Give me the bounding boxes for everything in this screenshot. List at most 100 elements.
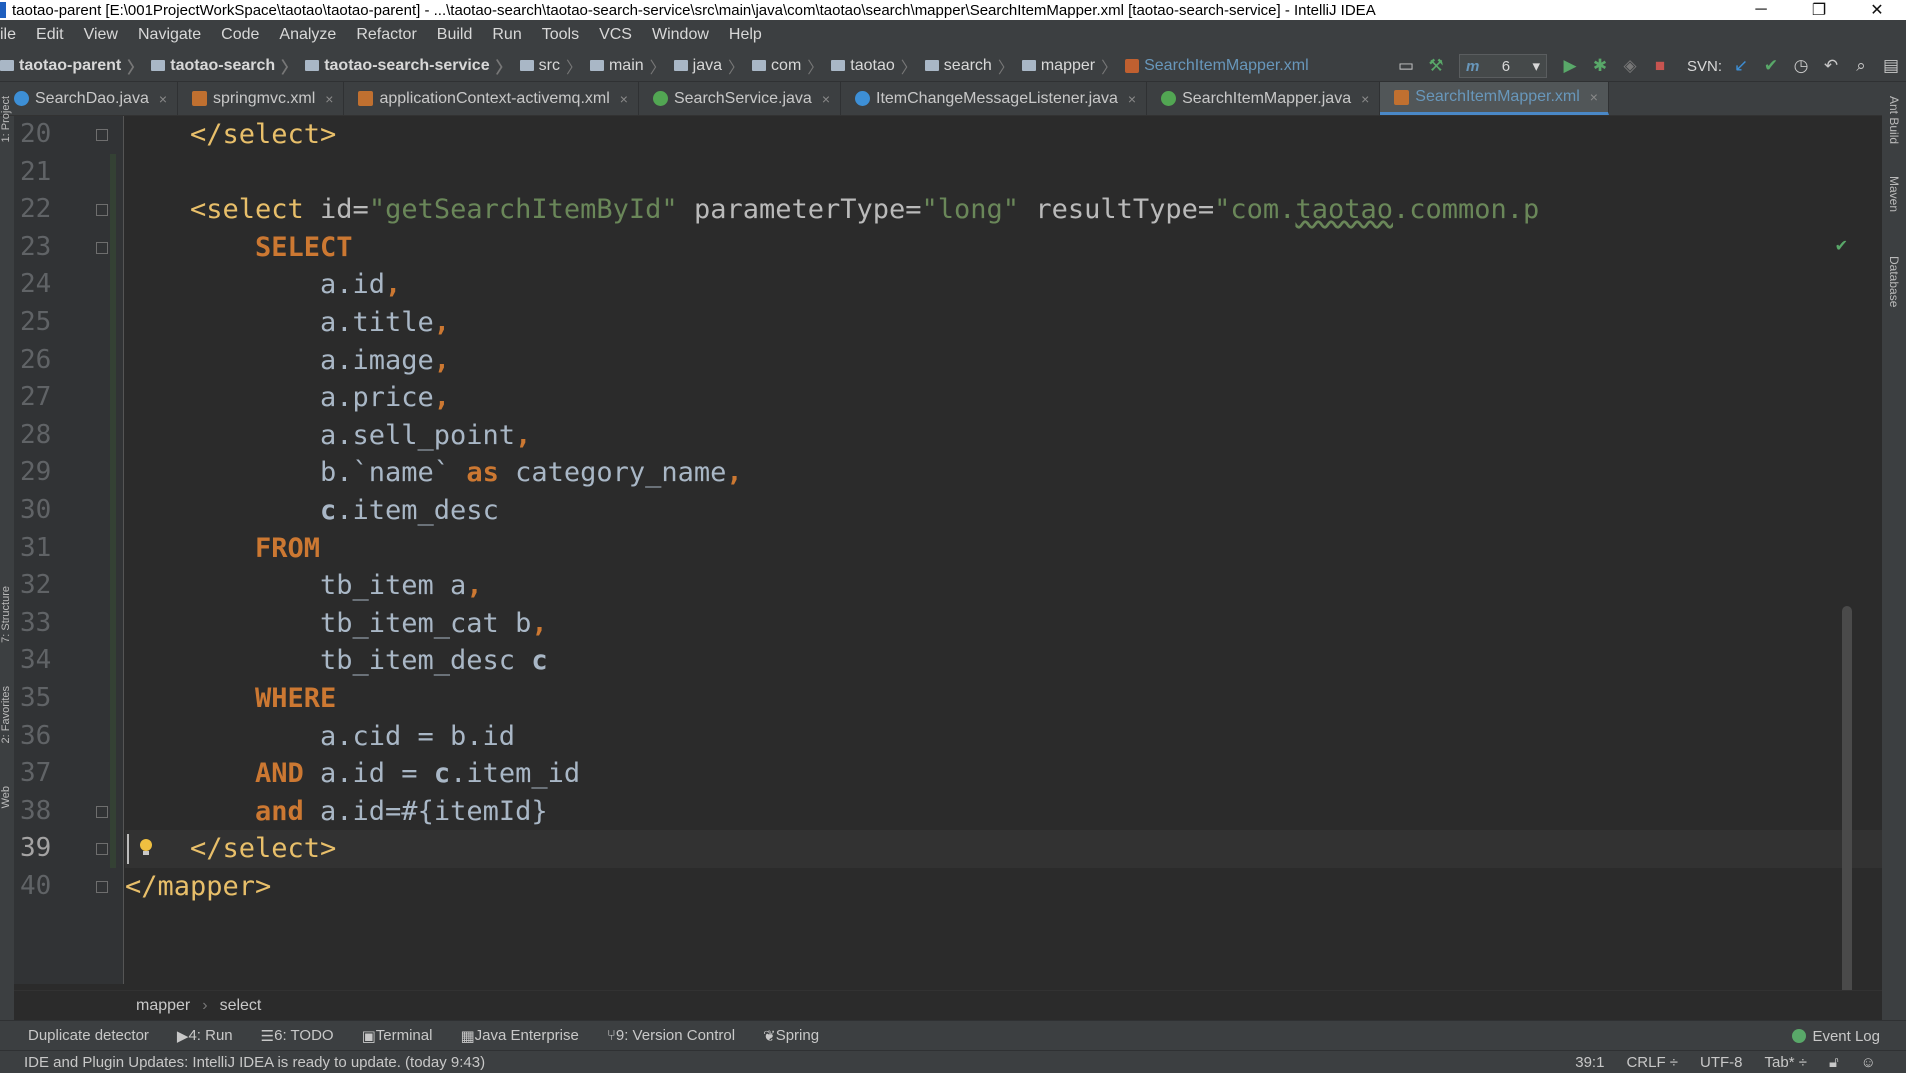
code-line[interactable]: a.sell_point,: [320, 417, 531, 455]
menu-edit[interactable]: Edit: [26, 26, 74, 44]
close-icon[interactable]: ×: [159, 91, 167, 107]
code-line[interactable]: tb_item a,: [320, 567, 483, 605]
breadcrumb-main[interactable]: main 〉: [582, 54, 666, 78]
svn-commit-icon[interactable]: ✔: [1756, 51, 1786, 81]
code-line[interactable]: </select>: [190, 830, 336, 868]
menu-ile[interactable]: ile: [0, 26, 26, 44]
tab-SearchItemMapper.xml[interactable]: SearchItemMapper.xml ×: [1380, 82, 1609, 115]
minimize-button[interactable]: ─: [1732, 1, 1790, 19]
breadcrumb-taotao[interactable]: taotao 〉: [823, 54, 917, 78]
line-separator[interactable]: CRLF ÷: [1626, 1054, 1678, 1071]
fold-toggle-icon[interactable]: [96, 241, 108, 254]
close-window-button[interactable]: ✕: [1848, 0, 1906, 20]
menu-tools[interactable]: Tools: [532, 26, 589, 44]
breadcrumb-search[interactable]: search 〉: [917, 54, 1014, 78]
breadcrumb-taotao-search[interactable]: taotao-search 〉: [143, 54, 297, 78]
code-line[interactable]: c.item_desc: [320, 492, 499, 530]
menu-help[interactable]: Help: [719, 26, 772, 44]
tool-button-Terminal[interactable]: ▣ Terminal: [348, 1027, 447, 1045]
code-line[interactable]: a.price,: [320, 379, 450, 417]
fold-toggle-icon[interactable]: [96, 129, 108, 141]
tool-window-Maven[interactable]: Maven: [1887, 176, 1901, 212]
line-gutter[interactable]: 20 21 22 23 24 25 26 27 28 29 30 31 32 33 34 35 36 37 38 39…: [14, 116, 124, 984]
code-line[interactable]: tb_item_cat b,: [320, 605, 548, 643]
code-line[interactable]: SELECT: [255, 229, 353, 267]
stop-icon[interactable]: ■: [1645, 51, 1675, 81]
code-line[interactable]: </select>: [190, 116, 336, 154]
breadcrumb-java[interactable]: java 〉: [666, 54, 744, 78]
breadcrumb-src[interactable]: src 〉: [512, 54, 582, 78]
breadcrumb-taotao-parent[interactable]: taotao-parent 〉: [0, 54, 143, 78]
xml-crumb-select[interactable]: select: [220, 997, 262, 1015]
tab-applicationContext-activemq.xml[interactable]: applicationContext-activemq.xml ×: [344, 82, 639, 115]
code-line[interactable]: a.image,: [320, 342, 450, 380]
menu-run[interactable]: Run: [482, 26, 531, 44]
tab-SearchService.java[interactable]: SearchService.java ×: [639, 82, 841, 115]
indent-setting[interactable]: Tab* ÷: [1765, 1054, 1807, 1071]
menu-code[interactable]: Code: [211, 26, 269, 44]
history-icon[interactable]: ◷: [1786, 51, 1816, 81]
menu-refactor[interactable]: Refactor: [346, 26, 426, 44]
fold-toggle-icon[interactable]: [96, 805, 108, 818]
tool-window-Ant Build[interactable]: Ant Build: [1887, 96, 1901, 144]
xml-crumb-mapper[interactable]: mapper: [136, 997, 190, 1015]
run-config-select[interactable]: m 6 ▾: [1458, 54, 1547, 78]
breadcrumb-taotao-search-service[interactable]: taotao-search-service 〉: [297, 54, 512, 78]
code-line[interactable]: AND a.id = c.item_id: [255, 755, 580, 793]
tool-button-Duplicate detector[interactable]: Duplicate detector: [0, 1027, 163, 1044]
menu-window[interactable]: Window: [642, 26, 719, 44]
tool-button-4: Run[interactable]: ▶ 4: Run: [163, 1027, 247, 1045]
debug-icon[interactable]: ✱: [1585, 51, 1615, 81]
search-icon[interactable]: ⌕: [1846, 51, 1876, 81]
code-line[interactable]: <select id="getSearchItemById" parameter…: [190, 191, 1539, 229]
code-area[interactable]: </select> <select id="getSearchItemById" …: [125, 116, 1882, 984]
event-log-button[interactable]: Event Log: [1792, 1021, 1880, 1051]
breadcrumb-file[interactable]: SearchItemMapper.xml: [1117, 57, 1309, 75]
inspection-ok-icon[interactable]: ✔: [1835, 236, 1848, 256]
folder-icon[interactable]: ▤: [1876, 51, 1906, 81]
lightbulb-icon[interactable]: [139, 838, 153, 856]
tool-window-2: Favorites[interactable]: 2: Favorites: [0, 686, 14, 743]
caret-position[interactable]: 39:1: [1575, 1054, 1604, 1071]
code-line[interactable]: a.id,: [320, 266, 401, 304]
close-icon[interactable]: ×: [620, 91, 628, 107]
coverage-icon[interactable]: ◈: [1615, 51, 1645, 81]
code-line[interactable]: FROM: [255, 530, 320, 568]
tool-window-Web[interactable]: Web: [0, 786, 14, 808]
close-icon[interactable]: ×: [1128, 91, 1136, 107]
code-line[interactable]: tb_item_desc c: [320, 642, 548, 680]
fold-toggle-icon[interactable]: [96, 881, 108, 893]
fold-toggle-icon[interactable]: [96, 843, 108, 856]
code-editor[interactable]: 20 21 22 23 24 25 26 27 28 29 30 31 32 33 34 35 36 37 38 39…: [14, 116, 1882, 1036]
close-icon[interactable]: ×: [1361, 91, 1369, 107]
menu-vcs[interactable]: VCS: [589, 26, 642, 44]
tool-window-1: Project[interactable]: 1: Project: [0, 96, 14, 142]
code-line[interactable]: </mapper>: [125, 868, 271, 906]
tool-button-9: Version Control[interactable]: ⑂ 9: Version Control: [593, 1027, 749, 1044]
tool-button-Java Enterprise[interactable]: ▦ Java Enterprise: [446, 1027, 592, 1045]
close-icon[interactable]: ×: [325, 91, 333, 107]
code-line[interactable]: b.`name` as category_name,: [320, 454, 743, 492]
build-hammer-icon[interactable]: ⚒: [1421, 51, 1451, 81]
tab-springmvc.xml[interactable]: springmvc.xml ×: [178, 82, 345, 115]
tool-window-Database[interactable]: Database: [1887, 256, 1901, 307]
lock-icon[interactable]: 🔓︎: [1829, 1054, 1839, 1071]
menu-build[interactable]: Build: [427, 26, 483, 44]
run-icon[interactable]: ▶: [1555, 51, 1585, 81]
breadcrumb-mapper[interactable]: mapper 〉: [1014, 54, 1117, 78]
file-encoding[interactable]: UTF-8: [1700, 1054, 1743, 1071]
code-line[interactable]: WHERE: [255, 680, 336, 718]
code-line[interactable]: a.cid = b.id: [320, 718, 515, 756]
status-message[interactable]: IDE and Plugin Updates: IntelliJ IDEA is…: [0, 1054, 1553, 1071]
project-structure-icon[interactable]: ▭: [1391, 51, 1421, 81]
breadcrumb-com[interactable]: com 〉: [744, 54, 823, 78]
menu-analyze[interactable]: Analyze: [269, 26, 346, 44]
tab-SearchDao.java[interactable]: SearchDao.java ×: [0, 82, 179, 115]
revert-icon[interactable]: ↶: [1816, 51, 1846, 81]
close-icon[interactable]: ×: [1590, 89, 1598, 105]
fold-toggle-icon[interactable]: [96, 204, 108, 217]
menu-navigate[interactable]: Navigate: [128, 26, 211, 44]
close-icon[interactable]: ×: [822, 91, 830, 107]
restore-button[interactable]: ❐: [1790, 0, 1848, 20]
tool-window-7: Structure[interactable]: 7: Structure: [0, 586, 14, 643]
